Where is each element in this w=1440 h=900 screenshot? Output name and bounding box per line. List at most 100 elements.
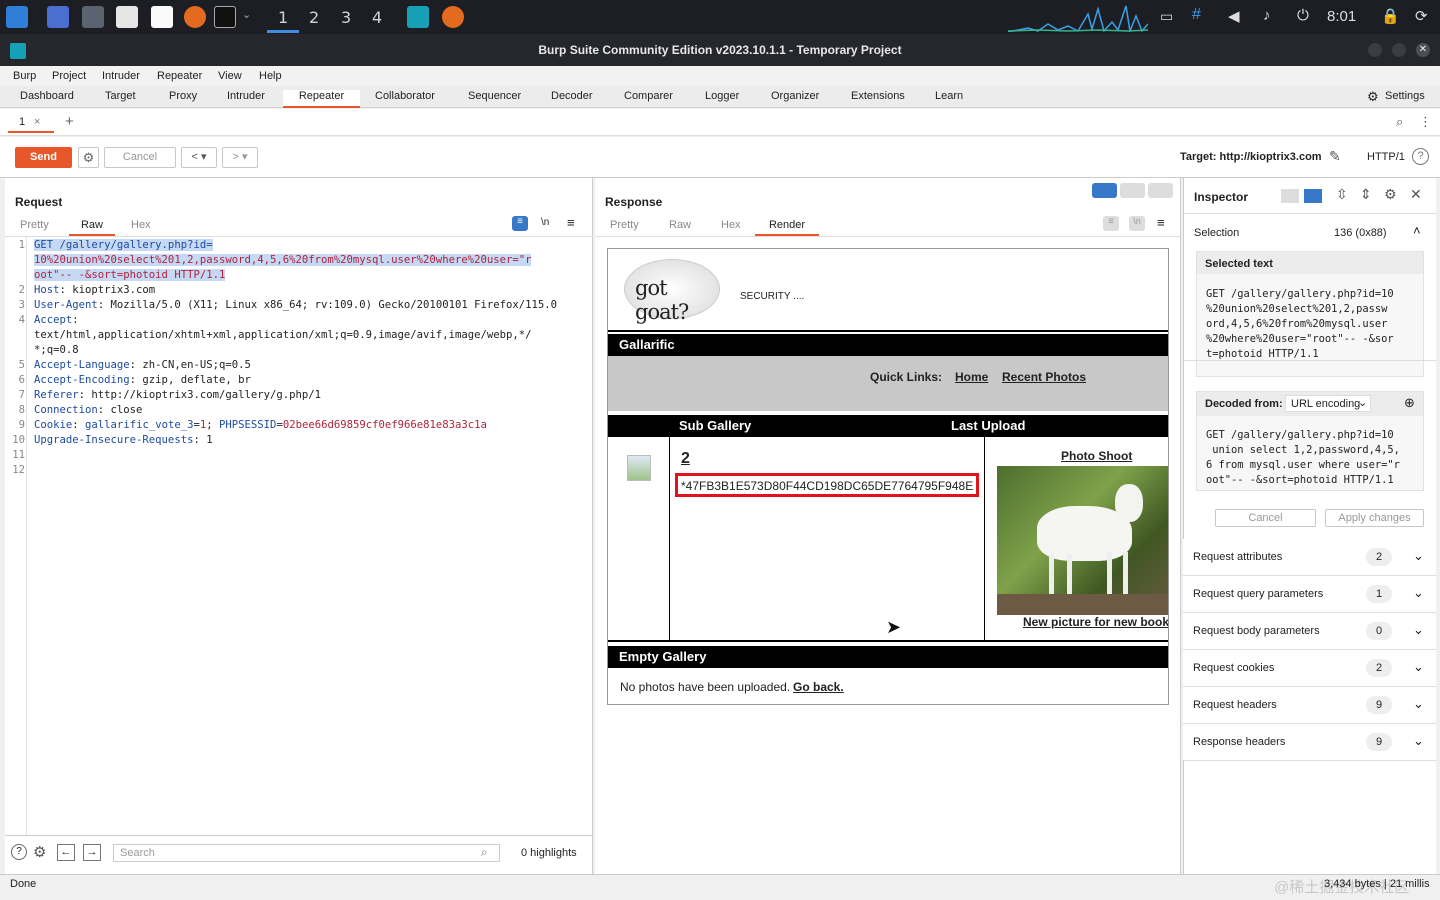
- chevron-down-icon[interactable]: ⌄: [1413, 696, 1424, 712]
- response-view-hex[interactable]: Hex: [721, 219, 741, 231]
- tab-repeater[interactable]: Repeater: [283, 90, 360, 108]
- inspector-layout-active-icon[interactable]: [1304, 189, 1322, 203]
- response-view-render[interactable]: Render: [755, 219, 819, 236]
- chevron-down-icon[interactable]: ⌄: [1413, 622, 1424, 638]
- photo-shoot-link[interactable]: Photo Shoot: [1061, 449, 1132, 463]
- workspace-1[interactable]: 1: [278, 8, 288, 27]
- wrap-lines-icon[interactable]: ≡: [512, 216, 528, 231]
- tab-collaborator[interactable]: Collaborator: [375, 90, 435, 102]
- menu-view[interactable]: View: [218, 70, 242, 82]
- text-editor-icon[interactable]: [151, 6, 173, 28]
- notification-bell-icon[interactable]: ♪: [1263, 7, 1271, 24]
- selected-text-content[interactable]: GET /gallery/gallery.php?id=10 %20union%…: [1206, 287, 1394, 362]
- go-back-link[interactable]: Go back.: [793, 680, 844, 694]
- layout-tabs-icon[interactable]: [1148, 183, 1173, 198]
- expand-all-icon[interactable]: ⇳: [1336, 186, 1348, 203]
- chevron-down-icon[interactable]: ⌄: [1413, 548, 1424, 564]
- tab-logger[interactable]: Logger: [705, 90, 739, 102]
- file-manager-icon[interactable]: [116, 6, 138, 28]
- repeater-tab-1[interactable]: 1 ×: [8, 113, 54, 133]
- cancel-button[interactable]: Cancel: [104, 147, 176, 168]
- tab-comparer[interactable]: Comparer: [624, 90, 673, 102]
- help-icon[interactable]: ?: [11, 844, 27, 860]
- search-input[interactable]: Search ⌕: [113, 844, 500, 862]
- tab-extensions[interactable]: Extensions: [851, 90, 905, 102]
- chevron-down-icon[interactable]: ⌄: [242, 8, 251, 21]
- inspector-layout-icon[interactable]: [1281, 189, 1299, 203]
- tab-decoder[interactable]: Decoder: [551, 90, 593, 102]
- inspector-section-request-body-parameters[interactable]: Request body parameters 0 ⌄: [1183, 613, 1436, 650]
- power-icon[interactable]: ⏻: [1297, 7, 1309, 24]
- gallery-number-link[interactable]: 2: [681, 450, 690, 468]
- close-tab-icon[interactable]: ×: [34, 116, 40, 128]
- menu-help[interactable]: Help: [259, 70, 282, 82]
- firefox-icon[interactable]: [184, 6, 206, 28]
- chevron-down-icon[interactable]: ⌄: [1413, 659, 1424, 675]
- inspector-section-request-attributes[interactable]: Request attributes 2 ⌄: [1183, 539, 1436, 576]
- add-tab-button[interactable]: +: [65, 113, 74, 130]
- apply-changes-button[interactable]: Apply changes: [1325, 509, 1424, 527]
- terminal-icon[interactable]: [214, 6, 236, 28]
- chevron-down-icon[interactable]: ⌄: [1413, 585, 1424, 601]
- menu-intruder[interactable]: Intruder: [102, 70, 140, 82]
- logout-icon[interactable]: ⟳: [1415, 7, 1428, 25]
- help-icon[interactable]: ?: [1412, 148, 1429, 165]
- tab-learn[interactable]: Learn: [935, 90, 963, 102]
- minimize-button[interactable]: [1368, 43, 1382, 57]
- menu-burp[interactable]: Burp: [13, 70, 36, 82]
- display-icon[interactable]: [82, 6, 104, 28]
- editor-menu-icon[interactable]: ≡: [567, 215, 575, 230]
- workspace-2[interactable]: 2: [309, 8, 319, 27]
- search-icon[interactable]: ⌕: [1396, 114, 1403, 130]
- close-inspector-icon[interactable]: ✕: [1410, 186, 1422, 203]
- request-view-raw[interactable]: Raw: [69, 219, 115, 236]
- app-menu-icon[interactable]: [6, 6, 28, 28]
- inspector-cancel-button[interactable]: Cancel: [1215, 509, 1316, 527]
- inspector-section-response-headers[interactable]: Response headers 9 ⌄: [1183, 724, 1436, 761]
- tab-target[interactable]: Target: [105, 90, 136, 102]
- close-window-button[interactable]: ✕: [1416, 43, 1430, 57]
- menu-repeater[interactable]: Repeater: [157, 70, 202, 82]
- http-version-label[interactable]: HTTP/1: [1367, 151, 1405, 163]
- volume-icon[interactable]: ◀: [1228, 7, 1240, 25]
- settings-button[interactable]: Settings: [1385, 90, 1425, 102]
- more-vert-icon[interactable]: ⋮: [1419, 114, 1432, 130]
- response-view-raw[interactable]: Raw: [669, 219, 691, 231]
- history-forward-button[interactable]: > ▾: [222, 147, 258, 168]
- inspector-section-request-headers[interactable]: Request headers 9 ⌄: [1183, 687, 1436, 724]
- tab-intruder[interactable]: Intruder: [227, 90, 265, 102]
- recent-photos-link[interactable]: Recent Photos: [1002, 370, 1086, 384]
- collapse-all-icon[interactable]: ⇕: [1360, 186, 1372, 203]
- tab-proxy[interactable]: Proxy: [169, 90, 197, 102]
- send-options-gear-icon[interactable]: ⚙: [78, 147, 99, 168]
- inspector-section-request-query-parameters[interactable]: Request query parameters 1 ⌄: [1183, 576, 1436, 613]
- history-back-button[interactable]: < ▾: [181, 147, 217, 168]
- menu-project[interactable]: Project: [52, 70, 86, 82]
- window-icon[interactable]: ▭: [1160, 8, 1173, 25]
- settings-gear-icon[interactable]: ⚙: [1367, 89, 1379, 105]
- home-link[interactable]: Home: [955, 370, 988, 384]
- previous-match-arrow-icon[interactable]: ←: [57, 844, 75, 861]
- lock-icon[interactable]: 🔒: [1381, 7, 1400, 25]
- tab-sequencer[interactable]: Sequencer: [468, 90, 521, 102]
- edit-target-pencil-icon[interactable]: ✎: [1329, 148, 1341, 165]
- next-match-arrow-icon[interactable]: →: [83, 844, 101, 861]
- tab-organizer[interactable]: Organizer: [771, 90, 819, 102]
- burp-taskbar-icon[interactable]: [407, 6, 429, 28]
- goat-photo[interactable]: [997, 466, 1168, 615]
- layout-stacked-icon[interactable]: [1120, 183, 1145, 198]
- add-decoding-icon[interactable]: ⊕: [1404, 395, 1415, 411]
- firefox-taskbar-icon[interactable]: [442, 6, 464, 28]
- inspector-settings-gear-icon[interactable]: ⚙: [1384, 186, 1397, 203]
- send-button[interactable]: Send: [15, 147, 72, 168]
- encoding-select[interactable]: URL encoding ⌄: [1285, 395, 1371, 412]
- chevron-down-icon[interactable]: ⌄: [1413, 733, 1424, 749]
- decoded-text-content[interactable]: GET /gallery/gallery.php?id=10 union sel…: [1206, 428, 1400, 488]
- editor-menu-icon[interactable]: ≡: [1157, 215, 1165, 230]
- show-newlines-icon[interactable]: \n: [1129, 216, 1145, 231]
- desktop-icon[interactable]: [47, 6, 69, 28]
- show-newlines-icon[interactable]: \n: [541, 217, 549, 228]
- search-options-gear-icon[interactable]: ⚙: [33, 843, 46, 861]
- request-view-pretty[interactable]: Pretty: [20, 219, 49, 231]
- layout-side-by-side-icon[interactable]: [1092, 183, 1117, 198]
